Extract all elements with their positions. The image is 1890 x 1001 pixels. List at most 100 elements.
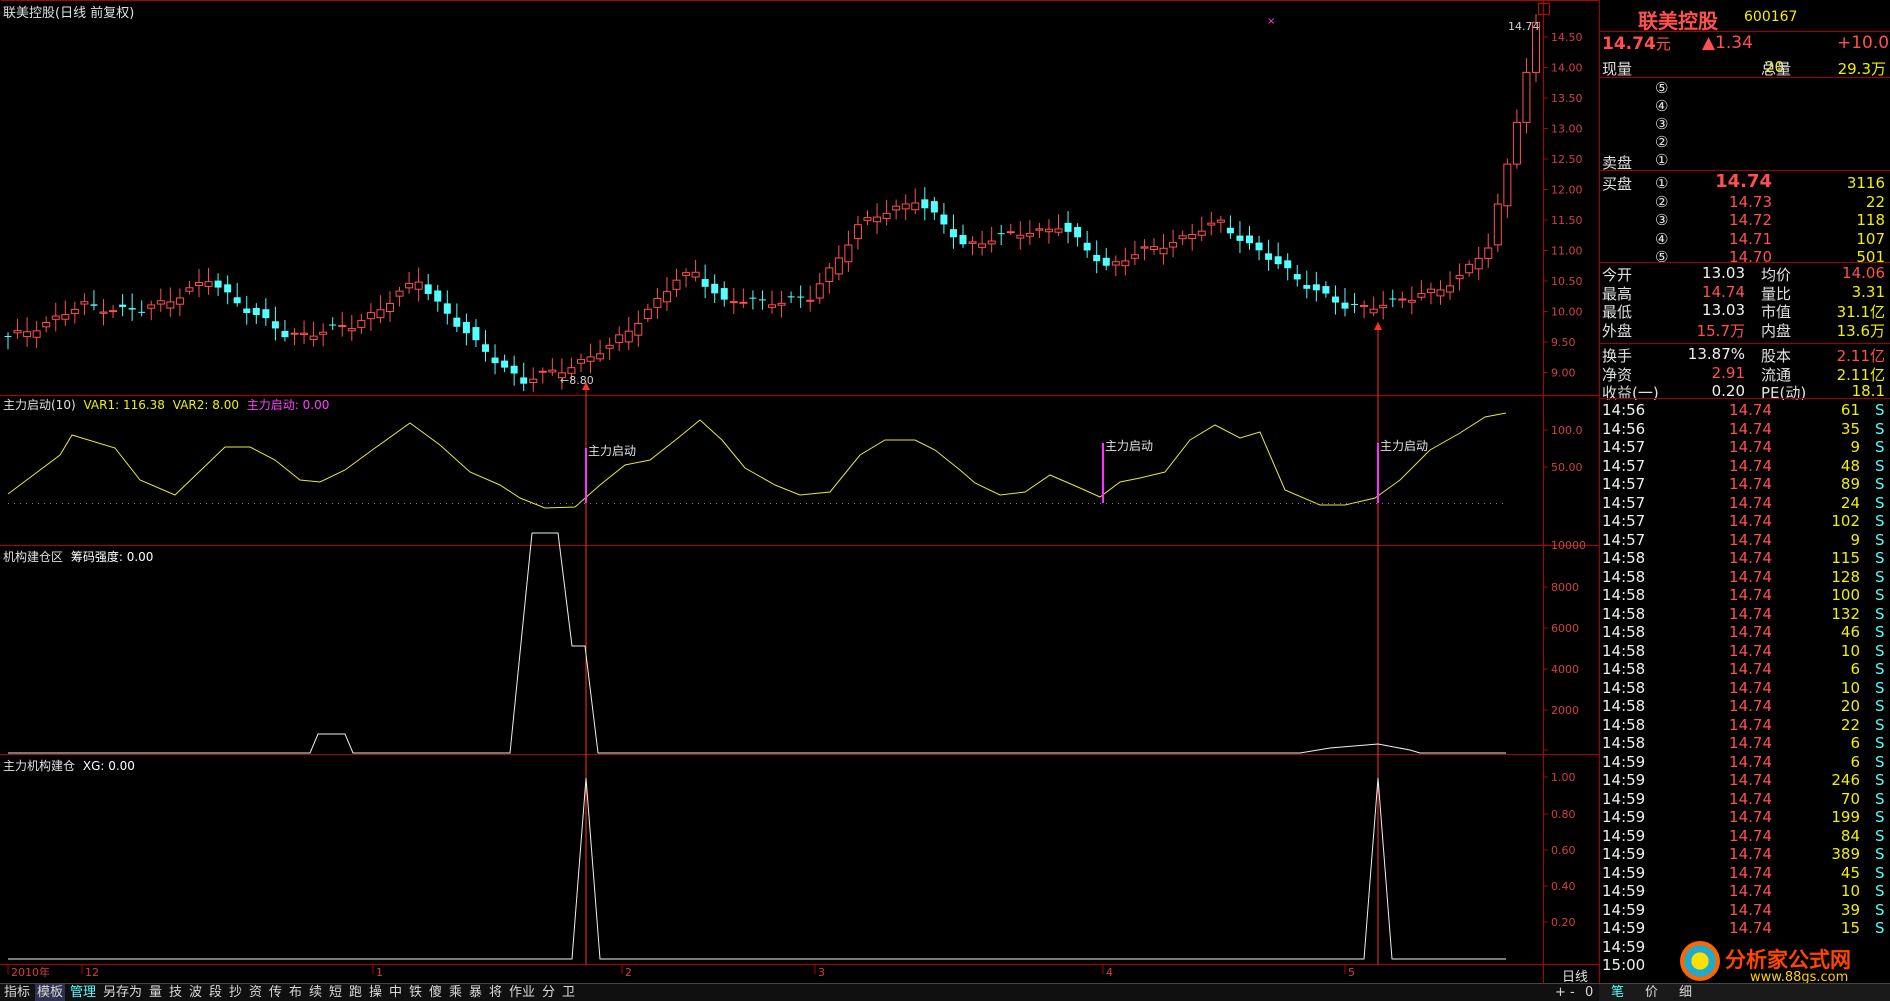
indicator1-dot: [1040, 503, 1041, 504]
toolbar-item-13[interactable]: 短: [327, 984, 344, 1001]
indicator1-dot: [614, 503, 615, 504]
price-axis-label: 11.00: [1551, 245, 1583, 258]
candle-body: [1493, 203, 1502, 246]
candle-body: [386, 302, 394, 312]
toolbar-item-11[interactable]: 布: [287, 984, 304, 1001]
toolbar-item-21[interactable]: 将: [487, 984, 504, 1001]
indicator1-dot: [440, 503, 441, 504]
candle-body: [520, 377, 528, 384]
candle-body: [538, 370, 547, 373]
stat-label: PE(动): [1761, 384, 1807, 402]
toolbar-item-19[interactable]: 乘: [447, 984, 464, 1001]
toolbar-item-17[interactable]: 铁: [407, 984, 424, 1001]
right-tab-0[interactable]: 笔: [1609, 984, 1626, 1001]
indicator1-dot: [464, 503, 465, 504]
indicator1-dot: [374, 503, 375, 504]
indicator1-dot: [872, 503, 873, 504]
candle-body: [195, 282, 203, 286]
stat-value: 3.31: [1851, 282, 1885, 301]
indicator1-dot: [1388, 503, 1389, 504]
candle-body: [1465, 263, 1474, 274]
toolbar-item-1[interactable]: 模板: [35, 984, 66, 1001]
indicator1-dot: [590, 503, 591, 504]
candle-body: [482, 344, 489, 352]
indicator1-dot: [1136, 503, 1137, 504]
indicator1-dot: [134, 503, 135, 504]
tick-volume: 100: [1831, 586, 1860, 604]
zoom-button-1[interactable]: -: [1568, 984, 1577, 1001]
tick-time: 14:58: [1602, 660, 1646, 678]
toolbar-item-22[interactable]: 作业: [507, 984, 537, 1001]
indicator1-dot: [548, 503, 549, 504]
indicator1-dot: [1496, 503, 1497, 504]
candle-body: [1484, 247, 1493, 259]
toolbar-item-23[interactable]: 分: [540, 984, 557, 1001]
indicator1-dot: [446, 503, 447, 504]
candle-body: [1284, 260, 1292, 269]
candle-body: [166, 301, 175, 309]
toolbar-item-15[interactable]: 操: [367, 984, 384, 1001]
indicator1-dot: [830, 503, 831, 504]
indicator1-dot: [710, 503, 711, 504]
tick-volume: 389: [1831, 845, 1860, 863]
toolbar-item-6[interactable]: 波: [187, 984, 204, 1001]
tick-price: 14.74: [1729, 530, 1772, 549]
tick-volume: 48: [1840, 456, 1860, 475]
indicator1-dot: [1334, 503, 1335, 504]
indicator1-dot: [368, 503, 369, 504]
tick-flag: S: [1875, 530, 1885, 549]
zoom-button-2[interactable]: 0: [1583, 984, 1595, 1001]
bid-volume: 3116: [1846, 174, 1885, 192]
indicator1-dot: [302, 503, 303, 504]
indicator1-dot: [1502, 503, 1503, 504]
toolbar-item-12[interactable]: 续: [307, 984, 324, 1001]
bid-volume: 22: [1865, 192, 1885, 211]
indicator1-dot: [1184, 503, 1185, 504]
toolbar-item-2[interactable]: 管理: [68, 984, 98, 1001]
indicator1-dot: [50, 503, 51, 504]
candle-body: [682, 272, 691, 276]
indicator1-dot: [638, 503, 639, 504]
toolbar-item-10[interactable]: 传: [267, 984, 284, 1001]
toolbar-item-4[interactable]: 量: [147, 984, 164, 1001]
indicator1-dot: [416, 503, 417, 504]
tick-volume: 20: [1840, 697, 1860, 715]
toolbar-item-24[interactable]: 卫: [560, 984, 577, 1001]
tick-volume: 35: [1840, 419, 1860, 438]
tick-price: 14.74: [1729, 623, 1772, 641]
candle-body: [653, 298, 662, 308]
indicator1-dot: [164, 503, 165, 504]
toolbar-item-18[interactable]: 傻: [427, 984, 444, 1001]
chart-area[interactable]: 14.5014.0013.5013.0012.5012.0011.5011.00…: [0, 0, 1599, 983]
toolbar-item-3[interactable]: 另存为: [101, 984, 144, 1001]
toolbar-item-16[interactable]: 中: [387, 984, 404, 1001]
indicator1-dot: [380, 503, 381, 504]
tick-flag: S: [1875, 882, 1885, 900]
indicator1-dot: [992, 503, 993, 504]
toolbar-item-14[interactable]: 跑: [347, 984, 364, 1001]
indicator1-line: [7, 412, 1507, 509]
toolbar-item-9[interactable]: 资: [247, 984, 264, 1001]
candle-body: [978, 243, 987, 248]
zoom-button-0[interactable]: +: [1553, 984, 1568, 1001]
candle-body: [1035, 228, 1044, 231]
indicator1-dot: [86, 503, 87, 504]
window-restore-icon[interactable]: [1538, 3, 1550, 15]
tick-price: 14.74: [1729, 919, 1772, 937]
indicator1-dot: [338, 503, 339, 504]
toolbar-item-7[interactable]: 段: [207, 984, 224, 1001]
toolbar-item-0[interactable]: 指标: [2, 984, 32, 1001]
tick-price: 14.74: [1729, 826, 1772, 845]
stat-label: 外盘: [1602, 321, 1633, 340]
right-tab-1[interactable]: 价: [1643, 984, 1660, 1001]
stat-value: 14.06: [1842, 264, 1885, 282]
toolbar-item-20[interactable]: 暴: [467, 984, 484, 1001]
toolbar-item-5[interactable]: 技: [167, 984, 184, 1001]
indicator1-dot: [1382, 503, 1383, 504]
tick-time: 14:59: [1602, 919, 1646, 937]
candle-body: [787, 296, 795, 298]
tick-volume: 24: [1840, 493, 1860, 512]
right-tab-2[interactable]: 细: [1677, 984, 1694, 1001]
indicator1-dot: [818, 503, 819, 504]
toolbar-item-8[interactable]: 抄: [227, 984, 244, 1001]
